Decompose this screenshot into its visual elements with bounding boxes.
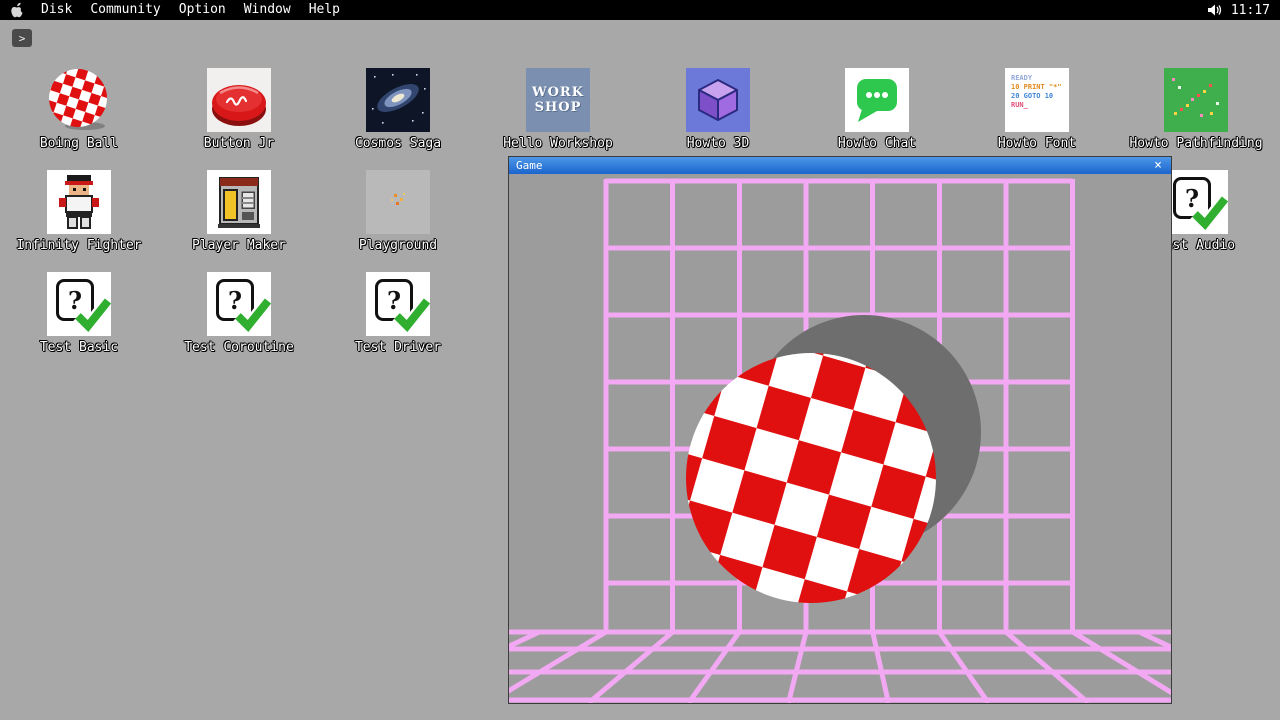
- fighter-icon: [47, 170, 111, 234]
- cube-3d-icon: [686, 68, 750, 132]
- icon-label: Howto 3D: [687, 136, 750, 151]
- boing-ball: [686, 353, 936, 603]
- menu-item-option[interactable]: Option: [170, 0, 235, 20]
- icon-label: Test Basic: [40, 340, 118, 355]
- check-icon: [231, 293, 271, 335]
- workshop-icon: WORK SHOP: [526, 68, 590, 132]
- game-window: Game ×: [508, 156, 1172, 704]
- prompt-button[interactable]: >: [12, 29, 32, 47]
- chat-bubble-icon: [845, 68, 909, 132]
- desktop-icon-test-coroutine[interactable]: ? Test Coroutine: [159, 272, 319, 355]
- desktop-icon-test-driver[interactable]: ? Test Driver: [318, 272, 478, 355]
- boing-ball-icon: [47, 68, 111, 132]
- font-icon-line: 10 PRINT "*": [1011, 84, 1066, 91]
- font-icon-line: READY: [1011, 75, 1066, 82]
- icon-label: Cosmos Saga: [355, 136, 441, 151]
- speaker-icon[interactable]: [1207, 3, 1223, 17]
- workshop-icon-text: WORK: [532, 85, 584, 100]
- font-icon-line: 20 GOTO 10: [1011, 93, 1066, 100]
- floor-grid: [509, 632, 1171, 703]
- player-maker-icon: [207, 170, 271, 234]
- desktop-icon-boing-ball[interactable]: Boing Ball: [0, 68, 159, 151]
- desktop-icon-hello-workshop[interactable]: WORK SHOP Hello Workshop: [478, 68, 638, 151]
- check-icon: [1188, 191, 1228, 233]
- icon-label: Infinity Fighter: [16, 238, 141, 253]
- menu-item-window[interactable]: Window: [235, 0, 300, 20]
- icon-label: Howto Font: [998, 136, 1076, 151]
- desktop-icon-infinity-fighter[interactable]: Infinity Fighter: [0, 170, 159, 253]
- icon-label: Howto Pathfinding: [1129, 136, 1262, 151]
- font-icon-line: RUN_: [1011, 102, 1066, 109]
- icon-label: Boing Ball: [40, 136, 118, 151]
- system-logo-icon[interactable]: [10, 2, 24, 18]
- desktop-icon-howto-pathfinding[interactable]: Howto Pathfinding: [1116, 68, 1276, 151]
- icon-label: Playground: [359, 238, 437, 253]
- font-listing-icon: READY 10 PRINT "*" 20 GOTO 10 RUN_: [1005, 68, 1069, 132]
- test-basic-icon: ?: [47, 272, 111, 336]
- icon-label: Player Maker: [192, 238, 286, 253]
- icon-label: Howto Chat: [838, 136, 916, 151]
- menu-item-community[interactable]: Community: [81, 0, 169, 20]
- game-viewport[interactable]: [509, 174, 1171, 703]
- desktop-icon-button-jr[interactable]: Button Jr: [159, 68, 319, 151]
- menu-item-help[interactable]: Help: [300, 0, 349, 20]
- desktop-icon-playground[interactable]: Playground: [318, 170, 478, 253]
- desktop-icon-cosmos-saga[interactable]: Cosmos Saga: [318, 68, 478, 151]
- button-jr-icon: [207, 68, 271, 132]
- window-titlebar[interactable]: Game ×: [509, 157, 1171, 174]
- game-scene: [509, 174, 1171, 703]
- icon-label: Test Coroutine: [184, 340, 294, 355]
- test-coroutine-icon: ?: [207, 272, 271, 336]
- desktop: { "menubar": { "items": ["Disk", "Commun…: [0, 0, 1280, 720]
- cosmos-saga-icon: [366, 68, 430, 132]
- desktop-icon-howto-font[interactable]: READY 10 PRINT "*" 20 GOTO 10 RUN_ Howto…: [957, 68, 1117, 151]
- desktop-icon-howto-chat[interactable]: Howto Chat: [797, 68, 957, 151]
- icon-label: Button Jr: [204, 136, 274, 151]
- check-icon: [71, 293, 111, 335]
- clock: 11:17: [1231, 3, 1270, 18]
- desktop-icon-howto-3d[interactable]: Howto 3D: [638, 68, 798, 151]
- workshop-icon-text: SHOP: [535, 100, 582, 115]
- test-driver-icon: ?: [366, 272, 430, 336]
- close-button[interactable]: ×: [1150, 157, 1166, 174]
- desktop-icon-test-basic[interactable]: ? Test Basic: [0, 272, 159, 355]
- pathfinding-icon: [1164, 68, 1228, 132]
- playground-icon: [366, 170, 430, 234]
- test-audio-icon: ?: [1164, 170, 1228, 234]
- menu-item-disk[interactable]: Disk: [32, 0, 81, 20]
- menubar: Disk Community Option Window Help 11:17: [0, 0, 1280, 20]
- desktop-icon-player-maker[interactable]: Player Maker: [159, 170, 319, 253]
- check-icon: [390, 293, 430, 335]
- icon-label: Hello Workshop: [503, 136, 613, 151]
- icon-label: Test Driver: [355, 340, 441, 355]
- window-title: Game: [514, 159, 543, 172]
